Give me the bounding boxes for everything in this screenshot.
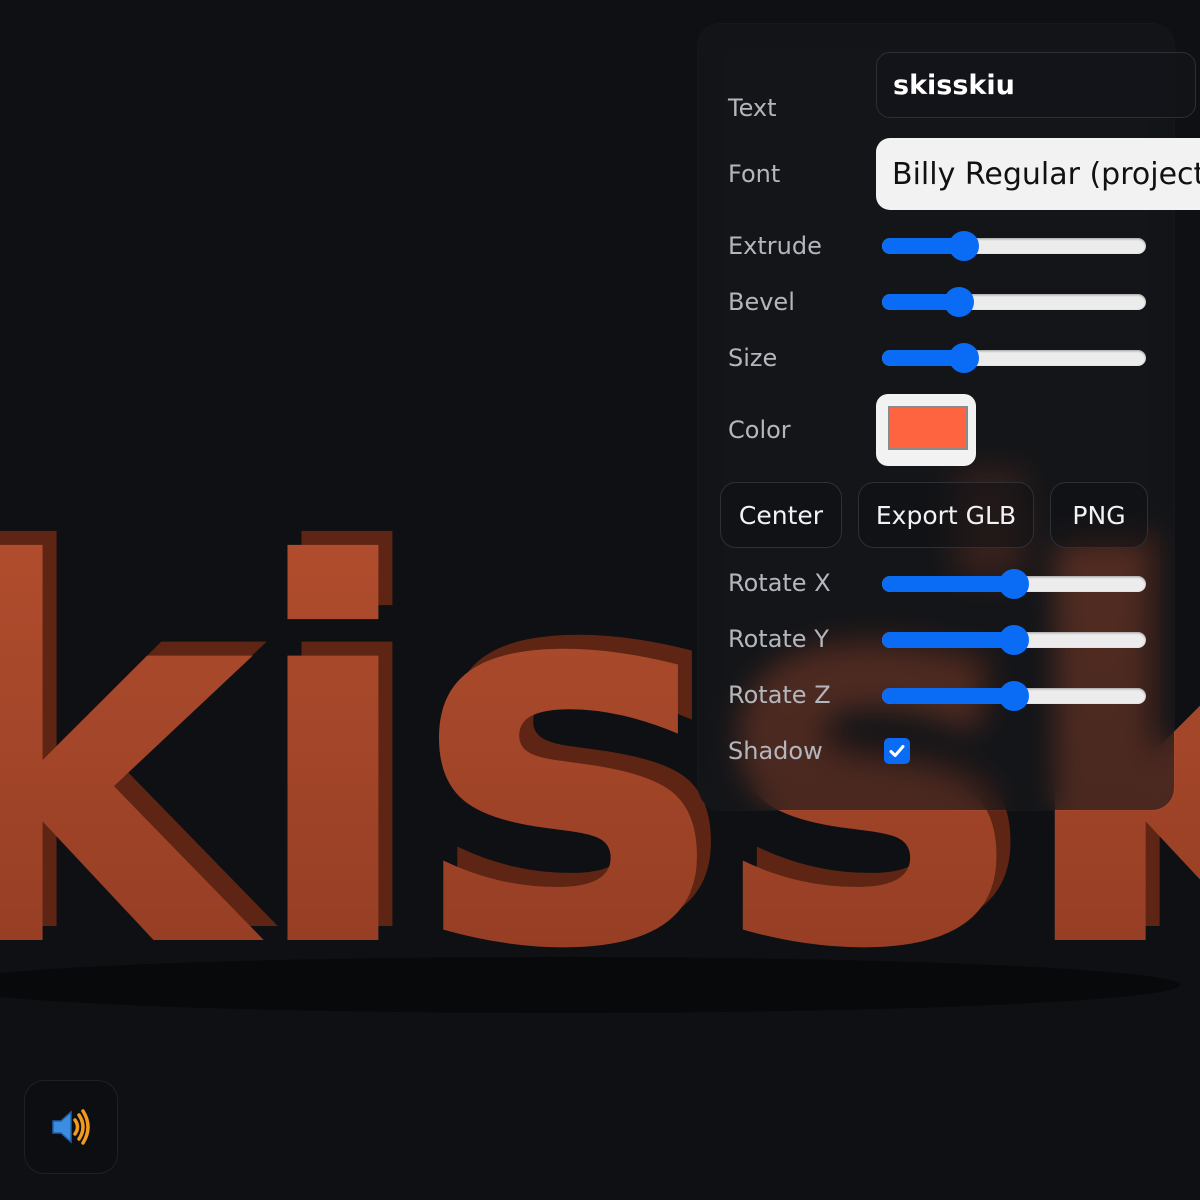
text-label: Text — [728, 94, 777, 122]
png-button[interactable]: PNG — [1050, 482, 1148, 548]
font-select[interactable]: Billy Regular (project) — [876, 138, 1200, 210]
checkmark-icon — [889, 745, 905, 757]
rotate-y-slider[interactable] — [882, 625, 1146, 655]
audio-toggle-button[interactable] — [24, 1080, 118, 1174]
size-slider[interactable] — [882, 343, 1146, 373]
color-picker[interactable] — [876, 394, 976, 466]
shadow-checkbox[interactable] — [884, 738, 910, 764]
bevel-slider[interactable] — [882, 287, 1146, 317]
rotate-z-slider[interactable] — [882, 681, 1146, 711]
extrude-slider-thumb[interactable] — [949, 231, 979, 261]
size-label: Size — [728, 344, 778, 372]
bevel-label: Bevel — [728, 288, 795, 316]
font-select-value: Billy Regular (project) — [892, 156, 1200, 192]
bevel-slider-thumb[interactable] — [944, 287, 974, 317]
text-input[interactable] — [876, 52, 1196, 118]
rotate-z-label: Rotate Z — [728, 681, 831, 709]
extrude-label: Extrude — [728, 232, 822, 260]
center-button[interactable]: Center — [720, 482, 842, 548]
font-label: Font — [728, 160, 781, 188]
rotate-z-slider-thumb[interactable] — [999, 681, 1029, 711]
rotate-y-label: Rotate Y — [728, 625, 829, 653]
rotate-x-label: Rotate X — [728, 569, 831, 597]
speaker-icon — [52, 1109, 90, 1145]
rotate-x-slider[interactable] — [882, 569, 1146, 599]
color-label: Color — [728, 416, 791, 444]
shadow-label: Shadow — [728, 737, 823, 765]
color-swatch — [888, 406, 968, 450]
controls-panel: Text Font Billy Regular (project) Extrud… — [698, 24, 1200, 810]
export-glb-button[interactable]: Export GLB — [858, 482, 1034, 548]
size-slider-thumb[interactable] — [949, 343, 979, 373]
extrude-slider[interactable] — [882, 231, 1146, 261]
rotate-x-slider-thumb[interactable] — [999, 569, 1029, 599]
rotate-y-slider-thumb[interactable] — [999, 625, 1029, 655]
